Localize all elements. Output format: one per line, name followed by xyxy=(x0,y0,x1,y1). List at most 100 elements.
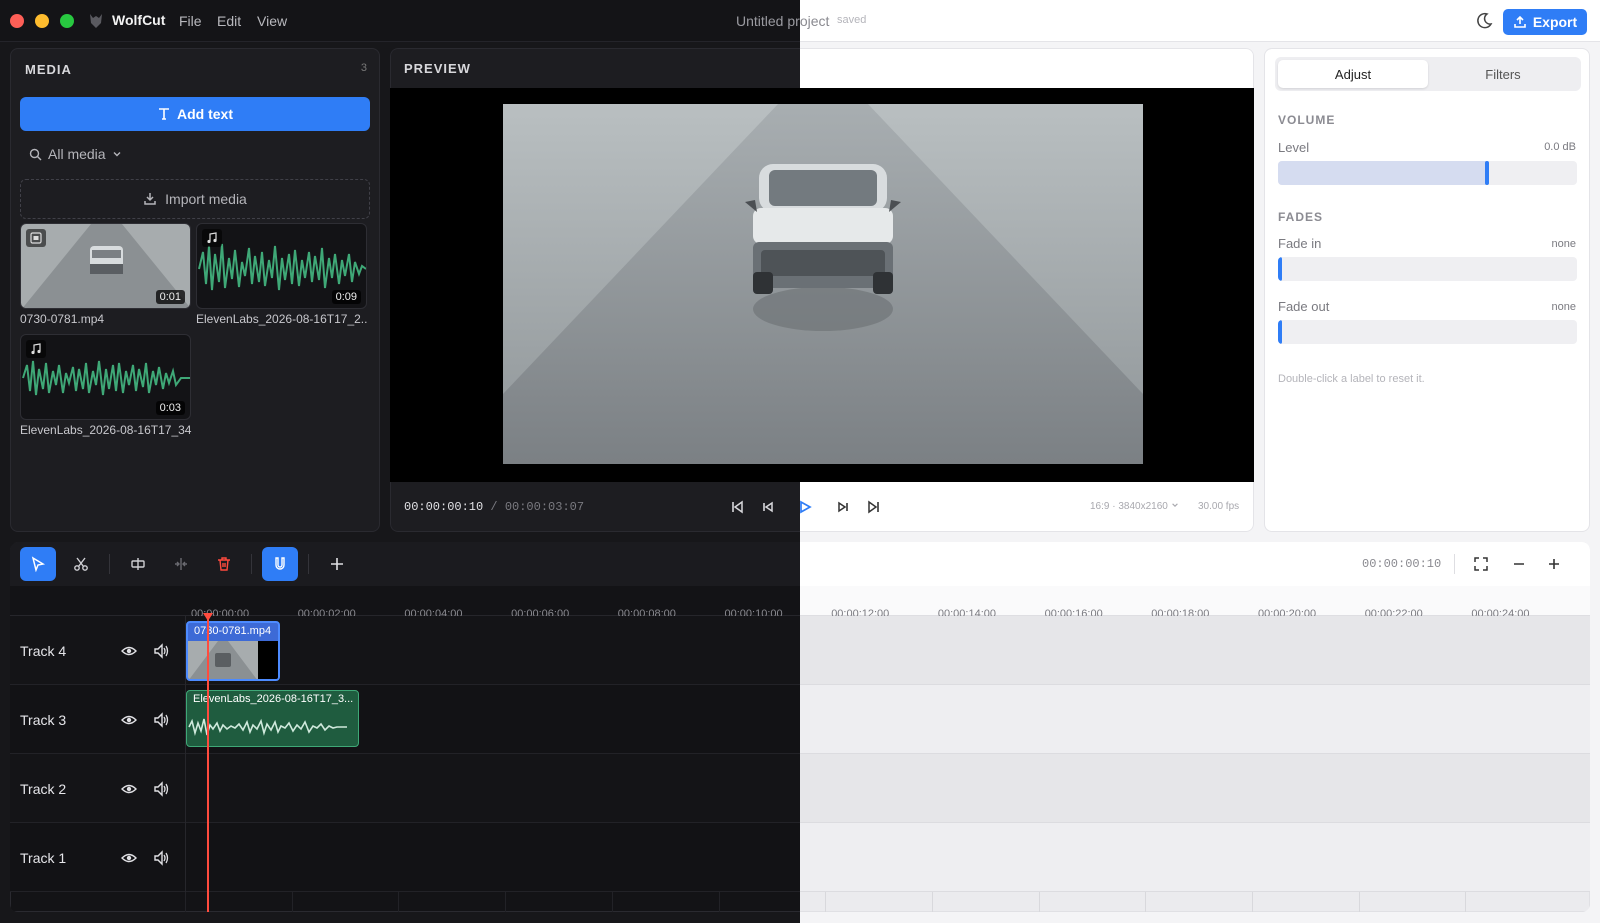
timeline-panel: 00:00:00:10 00:00:00:00 00:00:02:00 00:00:… xyxy=(10,542,1590,912)
toolbar-divider xyxy=(1454,554,1455,574)
zoom-in-button[interactable] xyxy=(1542,552,1566,576)
eye-icon[interactable] xyxy=(120,642,138,660)
music-note-icon xyxy=(207,232,217,244)
track-row[interactable] xyxy=(800,823,1590,892)
preview-timecode: 00:00:00:10 / 00:00:03:07 xyxy=(404,500,584,514)
volume-level-label[interactable]: Level xyxy=(1278,140,1309,155)
video-badge xyxy=(26,229,46,247)
track-row[interactable] xyxy=(800,754,1590,823)
eye-icon[interactable] xyxy=(120,711,138,729)
playhead[interactable] xyxy=(207,616,209,912)
fade-in-label[interactable]: Fade in xyxy=(1278,236,1321,251)
preview-viewport[interactable] xyxy=(390,88,1254,482)
reset-hint: Double-click a label to reset it. xyxy=(1278,373,1425,385)
step-forward-button[interactable] xyxy=(832,496,854,518)
plus-icon xyxy=(331,558,343,570)
add-track-button[interactable] xyxy=(319,547,355,581)
select-tool-button[interactable] xyxy=(20,547,56,581)
speaker-icon[interactable] xyxy=(152,849,170,867)
audio-clip-label: ElevenLabs_2026-08-16T17_3... xyxy=(193,693,354,705)
text-icon xyxy=(159,108,169,120)
media-item-name: ElevenLabs_2026-08-16T17_34... xyxy=(20,423,192,437)
plus-icon xyxy=(1549,559,1559,569)
upload-icon xyxy=(1514,15,1526,28)
trim-icon xyxy=(175,558,187,570)
eye-icon[interactable] xyxy=(120,849,138,867)
timeline-current-time: 00:00:00:10 xyxy=(1362,557,1442,571)
add-text-button[interactable]: Add text xyxy=(20,97,370,131)
fade-out-slider-handle[interactable] xyxy=(1278,320,1282,344)
volume-level-value: 0.0 dB xyxy=(1544,141,1576,153)
close-window-button[interactable] xyxy=(10,14,24,28)
preview-video-image xyxy=(503,104,1143,464)
step-back-button[interactable] xyxy=(757,496,779,518)
chevron-down-icon xyxy=(1171,503,1178,507)
fade-in-slider-handle[interactable] xyxy=(1278,257,1282,281)
skip-to-start-icon xyxy=(732,500,743,514)
resolution-label: 16:9 · 3840x2160 xyxy=(1090,501,1168,512)
skip-to-end-button[interactable] xyxy=(863,496,885,518)
tab-filters[interactable]: Filters xyxy=(1428,60,1578,88)
minimize-window-button[interactable] xyxy=(35,14,49,28)
preview-timecode-separator: / xyxy=(483,500,505,514)
fade-in-slider[interactable] xyxy=(1278,257,1577,281)
split-button[interactable] xyxy=(120,547,156,581)
track-row[interactable] xyxy=(800,685,1590,754)
tab-adjust[interactable]: Adjust xyxy=(1278,60,1428,88)
play-icon xyxy=(800,500,812,514)
toolbar-divider xyxy=(109,554,110,574)
media-filter-label: All media xyxy=(48,146,106,162)
media-filter-dropdown[interactable]: All media xyxy=(29,146,122,162)
music-note-icon xyxy=(31,343,41,355)
media-item-audio[interactable]: 0:03 xyxy=(20,334,191,420)
step-forward-icon xyxy=(838,501,848,513)
step-back-icon xyxy=(763,501,773,513)
track-row[interactable] xyxy=(800,616,1590,685)
eye-icon[interactable] xyxy=(120,780,138,798)
media-duration: 0:09 xyxy=(331,290,361,304)
track-name: Track 2 xyxy=(20,781,67,797)
preview-panel-title: PREVIEW xyxy=(404,61,471,76)
split-icon xyxy=(131,558,145,570)
skip-to-end-icon xyxy=(868,500,879,514)
skip-to-start-button[interactable] xyxy=(726,496,748,518)
fades-section-title: FADES xyxy=(1278,210,1324,224)
video-clip[interactable]: 0730-0781.mp4 xyxy=(186,621,280,681)
volume-slider-handle[interactable] xyxy=(1485,161,1490,185)
media-item-audio[interactable]: 0:09 xyxy=(196,223,367,309)
fade-out-label[interactable]: Fade out xyxy=(1278,299,1329,314)
moon-icon[interactable] xyxy=(1474,11,1494,31)
export-button[interactable]: Export xyxy=(1503,9,1587,35)
media-duration: 0:01 xyxy=(155,290,185,304)
zoom-window-button[interactable] xyxy=(60,14,74,28)
fit-timeline-button[interactable] xyxy=(1469,552,1493,576)
media-item-video[interactable]: 0:01 xyxy=(20,223,191,309)
toolbar-divider xyxy=(251,554,252,574)
volume-section-title: VOLUME xyxy=(1278,113,1336,127)
title-bar: WolfCut File Edit View Untitled project … xyxy=(0,0,1600,42)
audio-clip-waveform xyxy=(188,718,347,737)
trash-icon xyxy=(218,557,230,571)
speaker-icon[interactable] xyxy=(152,780,170,798)
zoom-out-button[interactable] xyxy=(1507,552,1531,576)
menu-view[interactable]: View xyxy=(257,13,287,29)
resolution-dropdown[interactable]: 16:9 · 3840x2160 xyxy=(1090,501,1179,512)
fade-out-slider[interactable] xyxy=(1278,320,1577,344)
trim-button[interactable] xyxy=(163,547,199,581)
media-panel: MEDIA 3 Add text All media Import media xyxy=(10,48,380,532)
menu-edit[interactable]: Edit xyxy=(217,13,241,29)
menu-file[interactable]: File xyxy=(179,13,202,29)
app-name: WolfCut xyxy=(112,12,166,28)
magnet-snap-toggle[interactable] xyxy=(262,547,298,581)
audio-clip[interactable]: ElevenLabs_2026-08-16T17_3... xyxy=(186,690,359,747)
speaker-icon[interactable] xyxy=(152,711,170,729)
project-title[interactable]: Untitled project xyxy=(736,13,829,29)
play-button[interactable] xyxy=(794,496,816,518)
delete-button[interactable] xyxy=(206,547,242,581)
audio-badge xyxy=(26,340,46,358)
volume-slider[interactable] xyxy=(1278,161,1577,185)
import-media-button[interactable]: Import media xyxy=(20,179,370,219)
preview-panel: PREVIEW 00:00:00:10 / 00:00:03:07 16:9 ·… xyxy=(390,48,1254,532)
cut-tool-button[interactable] xyxy=(63,547,99,581)
speaker-icon[interactable] xyxy=(152,642,170,660)
